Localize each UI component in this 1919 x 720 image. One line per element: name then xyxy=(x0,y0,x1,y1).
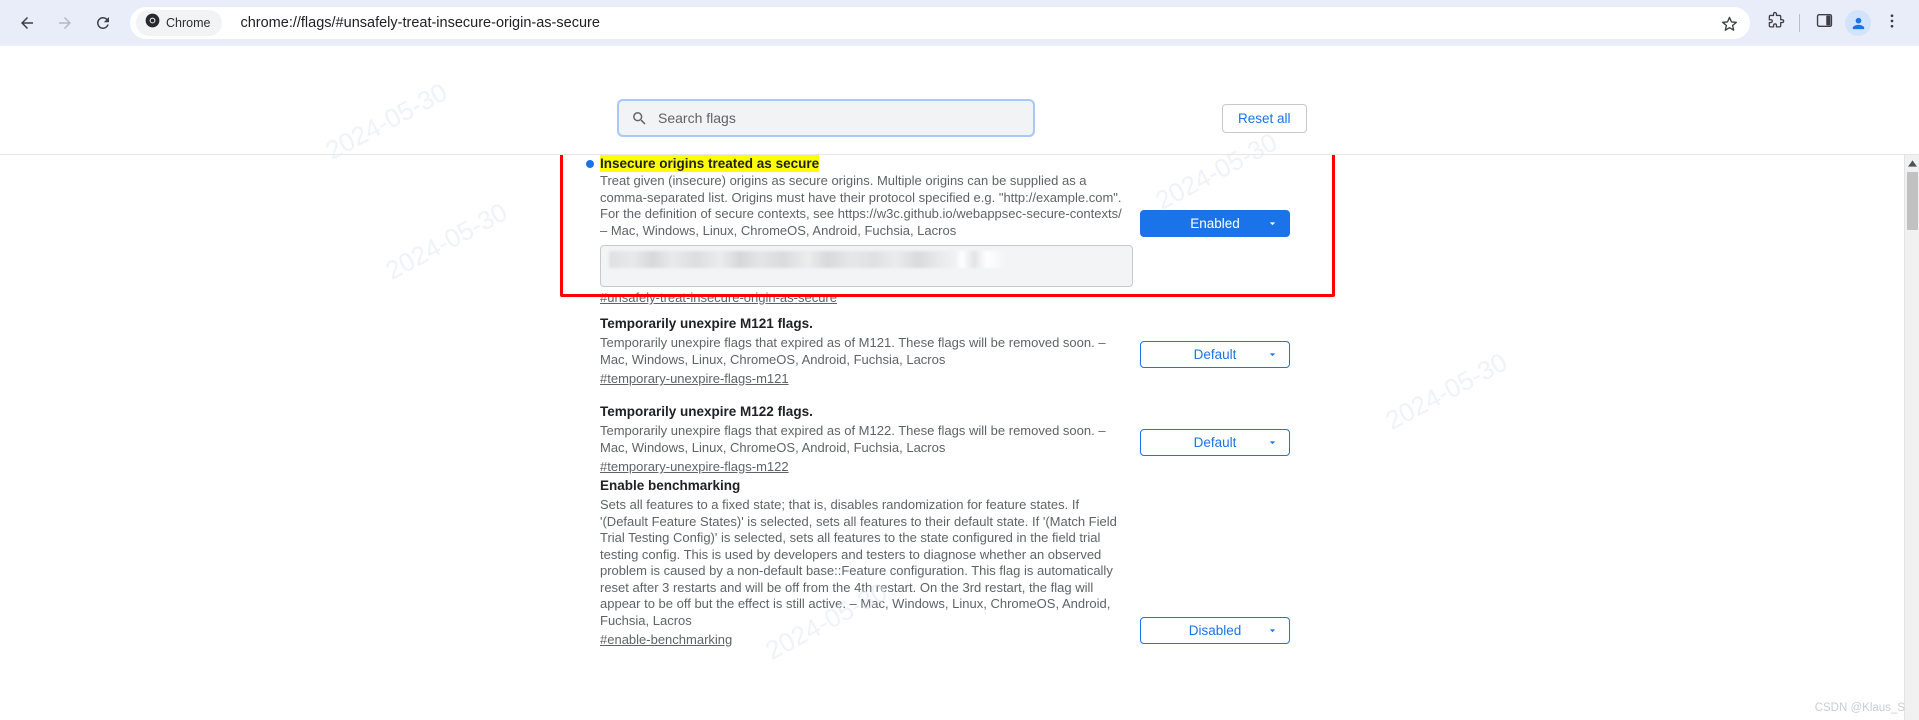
bookmark-star-icon[interactable] xyxy=(1714,8,1744,38)
search-flags-field[interactable] xyxy=(617,99,1035,137)
flag-title: Insecure origins treated as secure xyxy=(600,155,820,172)
flag-modified-dot-icon xyxy=(586,160,594,168)
flag-text-block: Temporarily unexpire M121 flags. Tempora… xyxy=(600,315,1127,388)
forward-button[interactable] xyxy=(48,6,82,40)
flag-title: Temporarily unexpire M121 flags. xyxy=(600,316,813,331)
flag-description: Temporarily unexpire flags that expired … xyxy=(600,423,1106,455)
flag-title-wrap: Insecure origins treated as secure xyxy=(586,155,1127,173)
flag-permalink[interactable]: #temporary-unexpire-flags-m121 xyxy=(600,371,789,386)
side-panel-button[interactable] xyxy=(1807,6,1841,40)
search-input[interactable] xyxy=(658,110,1021,126)
profile-avatar-icon xyxy=(1845,10,1871,36)
chevron-down-icon xyxy=(1266,348,1279,361)
flag-description: Sets all features to a fixed state; that… xyxy=(600,497,1117,628)
reload-icon xyxy=(94,14,112,32)
flag-state-select[interactable]: Enabled xyxy=(1140,210,1290,237)
reload-button[interactable] xyxy=(86,6,120,40)
redacted-textarea-content xyxy=(609,251,1006,268)
back-button[interactable] xyxy=(10,6,44,40)
browser-toolbar: Chrome chrome://flags/#unsafely-treat-in… xyxy=(0,0,1919,46)
flags-page: 2024-05-30 2024-05-30 2024-05-30 2024-05… xyxy=(0,46,1919,720)
chrome-origin-chip[interactable]: Chrome xyxy=(136,10,223,36)
three-dot-menu-icon xyxy=(1883,12,1901,35)
profile-button[interactable] xyxy=(1841,6,1875,40)
page-scrollbar[interactable] xyxy=(1904,155,1919,720)
flag-text-block: Temporarily unexpire M122 flags. Tempora… xyxy=(600,403,1127,476)
flag-permalink[interactable]: #temporary-unexpire-flags-m122 xyxy=(600,459,789,474)
flag-description: Temporarily unexpire flags that expired … xyxy=(600,335,1106,367)
csdn-watermark: CSDN @Klaus_S xyxy=(1814,702,1905,714)
flag-text-block: Enable benchmarking Sets all features to… xyxy=(600,477,1127,649)
scrollbar-up-arrow-icon[interactable] xyxy=(1905,156,1919,170)
chrome-logo-icon xyxy=(145,13,160,33)
side-panel-icon xyxy=(1815,11,1834,35)
flag-text-block: Insecure origins treated as secure Treat… xyxy=(586,155,1133,307)
chevron-down-icon xyxy=(1266,436,1279,449)
flags-list: Insecure origins treated as secure Treat… xyxy=(0,155,1919,720)
address-bar[interactable]: Chrome chrome://flags/#unsafely-treat-in… xyxy=(130,7,1750,39)
chevron-down-icon xyxy=(1266,624,1279,637)
extensions-button[interactable] xyxy=(1758,6,1792,40)
flag-state-select[interactable]: Disabled xyxy=(1140,617,1290,644)
flag-origin-textarea[interactable] xyxy=(600,245,1133,287)
search-icon xyxy=(631,110,648,127)
chrome-menu-button[interactable] xyxy=(1875,6,1909,40)
reset-all-button[interactable]: Reset all xyxy=(1222,104,1307,133)
background-watermark: 2024-05-30 xyxy=(320,76,453,166)
flag-state-select[interactable]: Default xyxy=(1140,429,1290,456)
arrow-right-icon xyxy=(56,14,74,32)
flag-permalink[interactable]: #enable-benchmarking xyxy=(600,632,732,647)
toolbar-divider xyxy=(1799,14,1800,32)
flag-state-select[interactable]: Default xyxy=(1140,341,1290,368)
flag-title: Temporarily unexpire M122 flags. xyxy=(600,404,813,419)
flag-title: Enable benchmarking xyxy=(600,478,741,493)
flag-permalink[interactable]: #unsafely-treat-insecure-origin-as-secur… xyxy=(600,290,837,305)
scrollbar-thumb[interactable] xyxy=(1907,172,1918,230)
arrow-left-icon xyxy=(18,14,36,32)
flag-description: Treat given (insecure) origins as secure… xyxy=(600,173,1122,238)
address-bar-url[interactable]: chrome://flags/#unsafely-treat-insecure-… xyxy=(240,15,1714,31)
chevron-down-icon xyxy=(1266,217,1279,230)
puzzle-piece-icon xyxy=(1766,11,1785,35)
chrome-chip-label: Chrome xyxy=(166,16,211,30)
